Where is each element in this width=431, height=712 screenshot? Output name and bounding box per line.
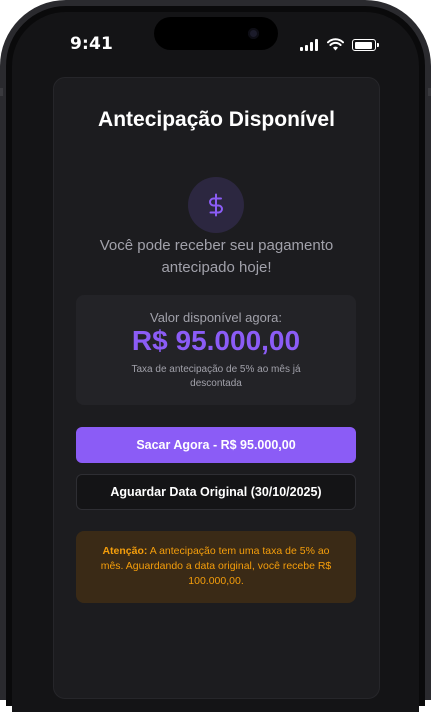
- value-label: Valor disponível agora:: [149, 310, 282, 325]
- fee-note: Taxa de antecipação de 5% ao mês já desc…: [131, 364, 301, 389]
- side-button-left: [0, 88, 3, 96]
- wait-original-date-button[interactable]: Aguardar Data Original (30/10/2025): [76, 474, 356, 510]
- status-bar: 9:41: [12, 12, 419, 72]
- dollar-icon-badge: [188, 177, 244, 233]
- phone-screen: 9:41 Antecipação Disponível Você pode re…: [12, 12, 419, 712]
- battery-icon: [352, 39, 376, 51]
- page-title: Antecipação Disponível: [98, 108, 335, 131]
- advance-card: Antecipação Disponível Você pode receber…: [53, 77, 380, 699]
- battery-tip: [377, 43, 379, 47]
- available-value-box: Valor disponível agora: R$ 95.000,00 Tax…: [76, 295, 356, 405]
- camera-icon: [248, 28, 259, 39]
- warning-label: Atenção:: [102, 545, 148, 557]
- withdraw-now-button[interactable]: Sacar Agora - R$ 95.000,00: [76, 427, 356, 463]
- dollar-icon: [209, 193, 223, 217]
- signal-icon: [300, 38, 320, 51]
- status-icons: [300, 38, 380, 52]
- warning-text: Atenção: A antecipação tem uma taxa de 5…: [90, 544, 342, 589]
- wifi-icon: [327, 38, 344, 51]
- warning-box: Atenção: A antecipação tem uma taxa de 5…: [76, 531, 356, 603]
- dynamic-island: [154, 17, 278, 50]
- status-time: 9:41: [70, 34, 114, 54]
- value-amount: R$ 95.000,00: [131, 325, 301, 356]
- subtitle: Você pode receber seu pagamento antecipa…: [99, 237, 334, 276]
